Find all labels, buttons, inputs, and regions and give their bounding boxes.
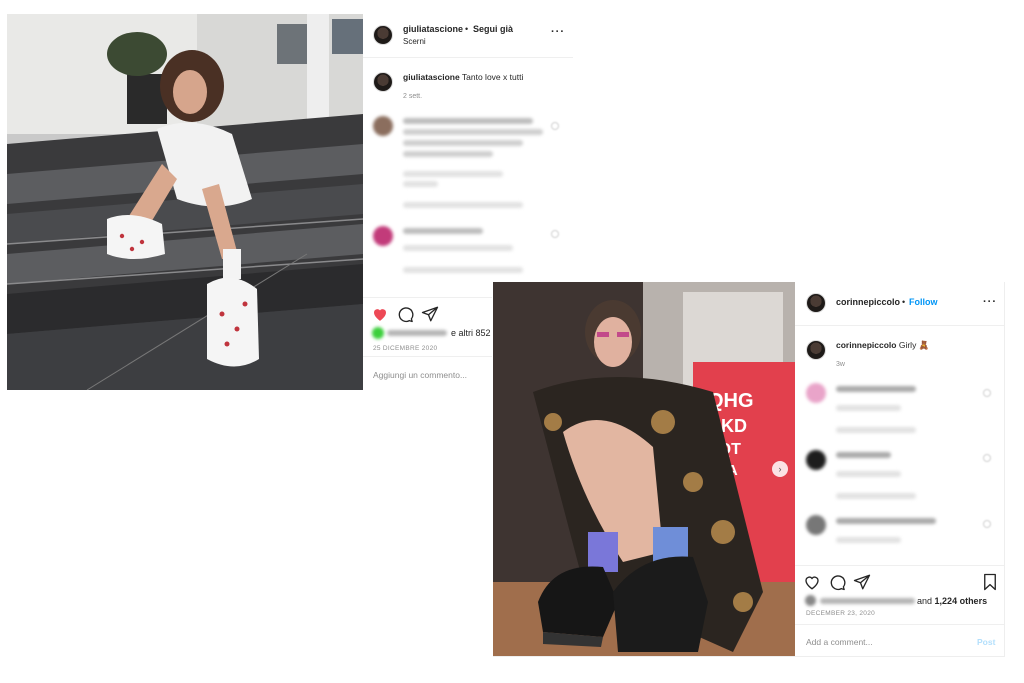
bookmark-icon[interactable] <box>981 573 999 591</box>
comment-line <box>403 129 543 135</box>
comment-meta <box>836 537 901 543</box>
comment-avatar[interactable] <box>806 450 826 470</box>
following-button[interactable]: Segui già <box>473 24 513 34</box>
comment-like-icon[interactable] <box>551 122 559 130</box>
comment-avatar[interactable] <box>373 116 393 136</box>
comment-avatar[interactable] <box>373 226 393 246</box>
post-side-panel: corinnepiccolo • Follow ··· corinnepicco… <box>795 282 1004 656</box>
view-replies[interactable] <box>403 202 523 208</box>
separator-dot: • <box>465 24 469 34</box>
comment-line <box>836 518 936 524</box>
heart-icon[interactable] <box>803 573 821 591</box>
comment-line <box>403 118 533 124</box>
post-header: corinnepiccolo • Follow ··· <box>795 282 1004 326</box>
likes-count[interactable]: e altri 852 <box>451 328 491 338</box>
location[interactable]: Scerni <box>403 37 426 46</box>
share-icon[interactable] <box>853 573 871 591</box>
add-comment-input[interactable]: Aggiungi un commento... <box>373 370 467 380</box>
caption-avatar[interactable] <box>806 340 826 360</box>
comment-icon[interactable] <box>396 305 414 323</box>
caption: corinnepiccolo Girly 🧸 <box>836 340 929 351</box>
comment-line <box>403 151 493 157</box>
caption-username[interactable]: giuliatascione <box>403 72 460 82</box>
liker-avatar[interactable] <box>805 595 816 606</box>
post-photo[interactable] <box>7 14 363 390</box>
heart-icon[interactable] <box>371 305 389 323</box>
post-photo[interactable]: QHG DKD EQT UTA HSX VTN <box>493 282 795 656</box>
comment-like-icon[interactable] <box>983 389 991 397</box>
comment-meta <box>836 471 901 477</box>
comment-line <box>836 386 916 392</box>
caption: giuliatascione Tanto love x tutti <box>403 72 523 82</box>
comment-line <box>403 228 483 234</box>
post-button[interactable]: Post <box>977 637 995 647</box>
comment-meta <box>403 181 438 187</box>
caption-time: 3w <box>836 361 845 368</box>
add-comment-bar: Add a comment... Post <box>795 624 1004 656</box>
comment-like-icon[interactable] <box>983 520 991 528</box>
view-replies[interactable] <box>836 427 916 433</box>
add-comment-input[interactable]: Add a comment... <box>806 637 873 647</box>
share-icon[interactable] <box>421 305 439 323</box>
comment-meta <box>403 171 503 177</box>
avatar[interactable] <box>806 293 826 313</box>
more-options-icon[interactable]: ··· <box>551 26 565 38</box>
caption-time: 2 sett. <box>403 93 423 100</box>
comment-like-icon[interactable] <box>983 454 991 462</box>
instagram-post-corinnepiccolo: QHG DKD EQT UTA HSX VTN <box>493 282 1005 657</box>
view-replies[interactable] <box>836 493 916 499</box>
post-date: DECEMBER 23, 2020 <box>806 610 876 617</box>
liked-by-text[interactable] <box>387 330 447 336</box>
caption-username[interactable]: corinnepiccolo <box>836 340 896 350</box>
post-date: 25 DICEMBRE 2020 <box>373 345 438 352</box>
caption-avatar[interactable] <box>373 72 393 92</box>
likes-count[interactable]: and 1,224 others <box>917 596 987 606</box>
carousel-next-icon[interactable]: › <box>772 461 788 477</box>
view-replies[interactable] <box>403 267 523 273</box>
follow-button[interactable]: Follow <box>909 297 938 307</box>
comment-line <box>836 452 891 458</box>
instagram-post-giuliatascione: giuliatascione • Segui già Scerni ··· gi… <box>7 14 573 390</box>
comment-avatar[interactable] <box>806 515 826 535</box>
comment-meta <box>403 245 513 251</box>
likes-and: and <box>917 596 933 606</box>
comment-meta <box>836 405 901 411</box>
comment-icon[interactable] <box>828 573 846 591</box>
separator-dot: • <box>902 297 906 307</box>
likes-others[interactable]: 1,224 others <box>935 596 988 606</box>
more-options-icon[interactable]: ··· <box>983 296 997 308</box>
liked-by-text[interactable] <box>820 598 915 604</box>
username[interactable]: corinnepiccolo <box>836 297 900 307</box>
post-header: giuliatascione • Segui già Scerni ··· <box>363 14 573 58</box>
caption-text: Girly 🧸 <box>898 340 930 350</box>
username[interactable]: giuliatascione <box>403 24 463 34</box>
comment-line <box>403 140 523 146</box>
avatar[interactable] <box>373 25 393 45</box>
comment-like-icon[interactable] <box>551 230 559 238</box>
comment-avatar[interactable] <box>806 383 826 403</box>
caption-text: Tanto love x tutti <box>461 72 524 82</box>
liker-avatar[interactable] <box>372 327 384 339</box>
